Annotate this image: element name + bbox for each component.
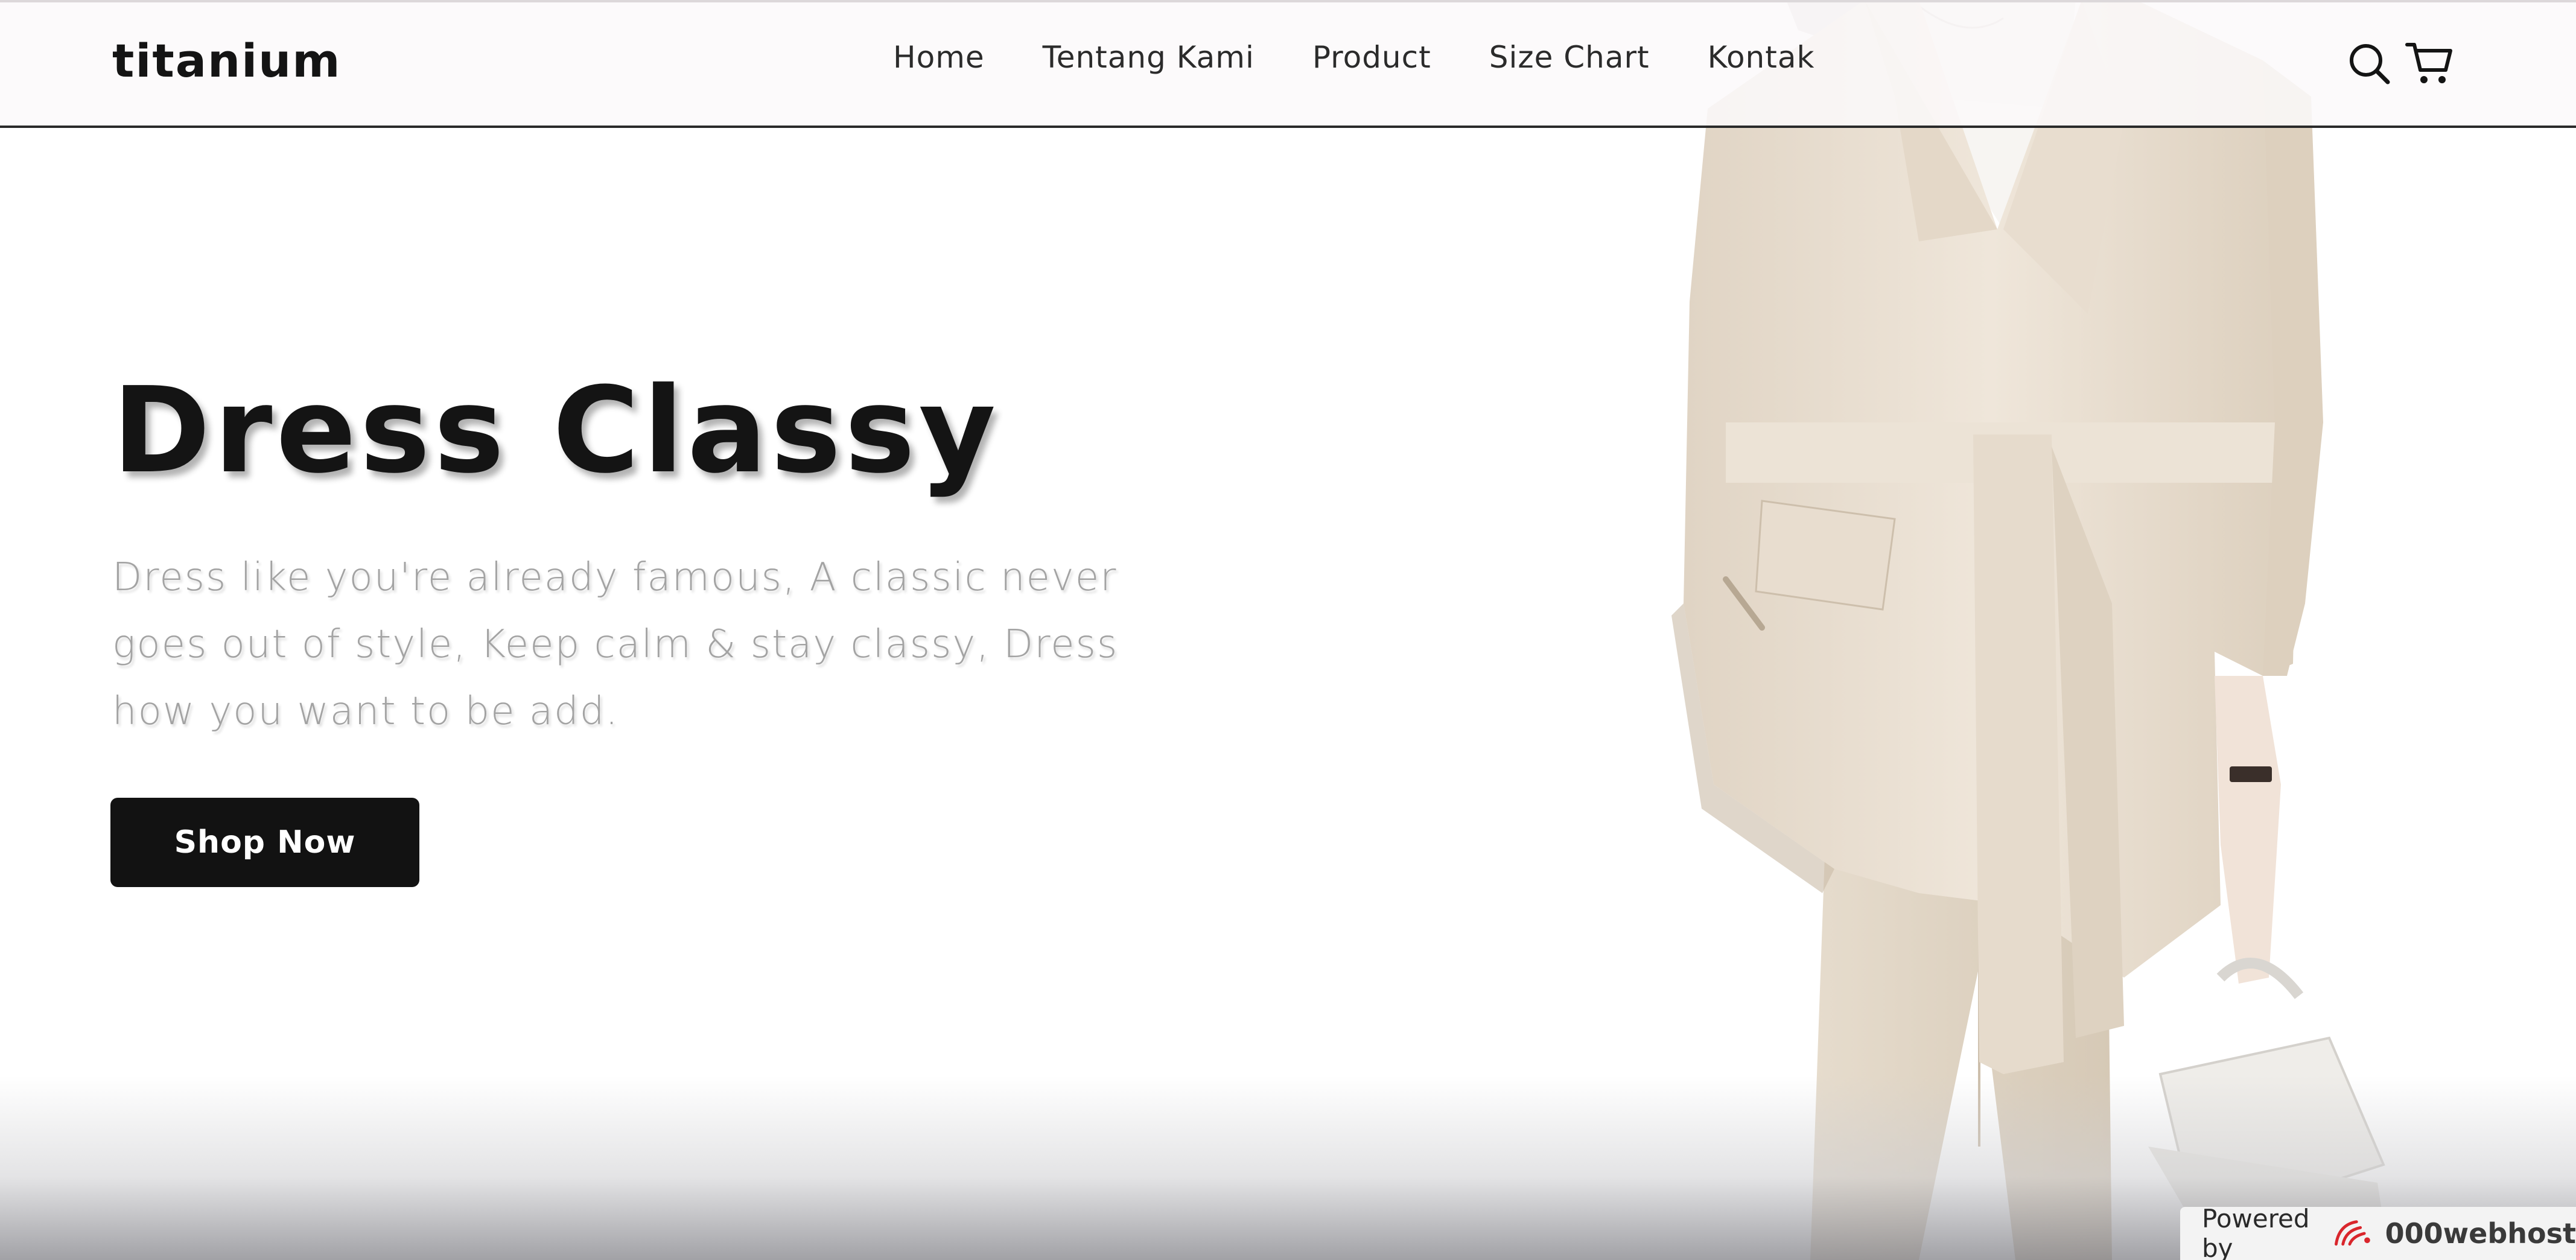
- powered-by-badge[interactable]: Powered by 000webhost: [2180, 1204, 2576, 1260]
- top-navbar: titanium Home Tentang Kami Product Size …: [0, 0, 2576, 128]
- cart-icon[interactable]: [2403, 37, 2454, 88]
- main-nav: Home Tentang Kami Product Size Chart Kon…: [893, 40, 1814, 75]
- shop-now-button[interactable]: Shop Now: [110, 798, 419, 887]
- powered-by-label: Powered by: [2202, 1204, 2310, 1260]
- hero-subtitle: Dress like you're already famous, A clas…: [112, 555, 1119, 734]
- hero-title: Dress Classy: [112, 362, 1000, 500]
- nav-icon-group: [2344, 37, 2454, 88]
- page: titanium Home Tentang Kami Product Size …: [0, 0, 2576, 1260]
- hero-model-image: [1581, 0, 2426, 1260]
- nav-item-kontak[interactable]: Kontak: [1708, 40, 1815, 75]
- 000webhost-logo-icon: [2335, 1220, 2370, 1246]
- host-name: 000webhost: [2385, 1217, 2576, 1250]
- nav-item-size-chart[interactable]: Size Chart: [1489, 40, 1650, 75]
- nav-item-tentang-kami[interactable]: Tentang Kami: [1043, 40, 1255, 75]
- nav-item-home[interactable]: Home: [893, 40, 985, 75]
- search-icon[interactable]: [2344, 37, 2395, 88]
- nav-item-product[interactable]: Product: [1312, 40, 1431, 75]
- brand-logo[interactable]: titanium: [112, 34, 341, 88]
